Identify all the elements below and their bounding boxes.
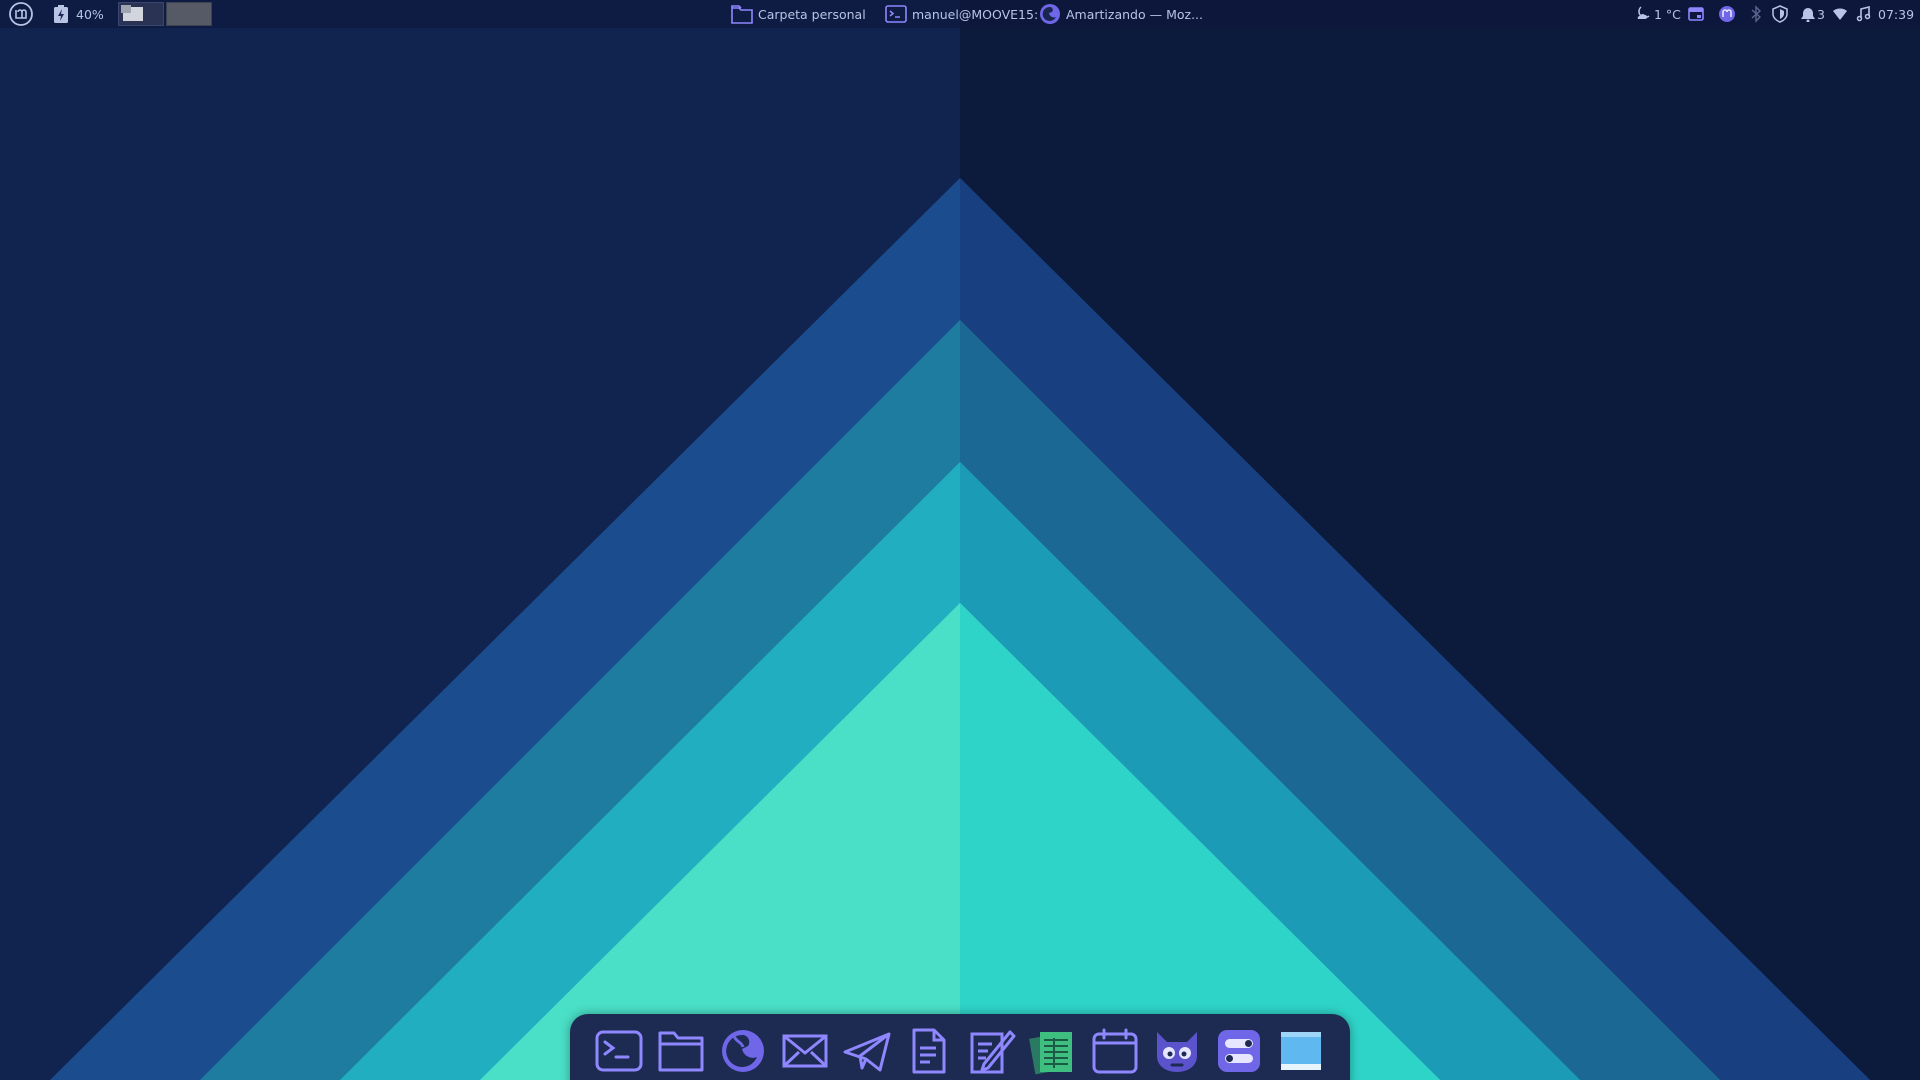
wallpaper [0, 0, 1920, 1080]
bluetooth-applet[interactable] [1750, 0, 1762, 28]
firefox-icon [722, 1030, 764, 1072]
shield-icon [1772, 5, 1788, 23]
terminal-icon [885, 5, 907, 23]
task-terminal[interactable]: manuel@MOOVE15: ~ [884, 0, 1053, 28]
task-files[interactable]: Carpeta personal [730, 0, 866, 28]
dock-item-telegram[interactable] [840, 1024, 894, 1078]
task-label: manuel@MOOVE15: ~ [912, 6, 1053, 22]
workspace-1[interactable] [118, 2, 164, 26]
battery-charging-icon [54, 5, 68, 23]
workspace-switcher[interactable] [118, 2, 212, 26]
show-desktop-icon [1281, 1032, 1321, 1070]
notifications-count: 3 [1817, 6, 1825, 22]
weather-applet[interactable]: 1 °C [1634, 0, 1681, 28]
dock-item-gimp[interactable] [1150, 1024, 1204, 1078]
weather-temperature: 1 °C [1654, 6, 1681, 22]
task-label: Amartizando — Moz... [1066, 6, 1203, 22]
dock-item-terminal[interactable] [592, 1024, 646, 1078]
clock[interactable]: 07:39 [1878, 0, 1914, 28]
wifi-applet[interactable] [1832, 0, 1848, 28]
battery-percent: 40% [76, 6, 104, 22]
security-applet[interactable] [1772, 0, 1788, 28]
dock-item-mail[interactable] [778, 1024, 832, 1078]
dock-item-calendar[interactable] [1088, 1024, 1142, 1078]
mastodon-applet[interactable] [1718, 0, 1736, 28]
dock-item-files[interactable] [654, 1024, 708, 1078]
firefox-icon [1040, 4, 1060, 24]
terminal-icon [595, 1030, 643, 1072]
document-icon [912, 1028, 946, 1074]
top-panel: 40% Carpeta personal manuel@MOOVE15: ~ A… [0, 0, 1920, 28]
settings-toggles-icon [1218, 1030, 1260, 1072]
mail-icon [782, 1034, 828, 1068]
workspace-2[interactable] [166, 2, 212, 26]
network-icon [1801, 8, 1815, 22]
task-label: Carpeta personal [758, 6, 866, 22]
sound-applet[interactable] [1856, 0, 1872, 28]
gimp-icon [1157, 1032, 1197, 1072]
dock-item-show-desktop[interactable] [1274, 1024, 1328, 1078]
dock-item-spreadsheet[interactable] [1026, 1024, 1080, 1078]
calendar-notes-applet[interactable] [1688, 0, 1704, 28]
dock [570, 1014, 1350, 1080]
calendar-notes-icon [1688, 7, 1704, 21]
dock-item-settings[interactable] [1212, 1024, 1266, 1078]
dock-item-text-editor[interactable] [902, 1024, 956, 1078]
battery-indicator[interactable]: 40% [52, 0, 104, 28]
music-icon [1856, 6, 1871, 22]
notifications-applet[interactable]: 3 [1800, 0, 1825, 28]
bluetooth-icon [1751, 5, 1762, 23]
menu-button[interactable] [8, 0, 34, 28]
night-cloud-icon [1637, 6, 1650, 19]
dock-item-notes[interactable] [964, 1024, 1018, 1078]
calendar-icon [1092, 1028, 1138, 1074]
folder-icon [658, 1031, 704, 1072]
mastodon-icon [1719, 6, 1735, 22]
telegram-icon [843, 1032, 891, 1072]
task-firefox[interactable]: Amartizando — Moz... [1038, 0, 1203, 28]
clock-time: 07:39 [1878, 6, 1915, 22]
notes-icon [970, 1030, 1016, 1074]
folder-icon [731, 5, 753, 24]
wifi-icon [1833, 8, 1847, 20]
dock-item-firefox[interactable] [716, 1024, 770, 1078]
desktop: 40% Carpeta personal manuel@MOOVE15: ~ A… [0, 0, 1920, 1080]
spreadsheet-icon [1029, 1032, 1072, 1075]
linux-mint-logo-icon [9, 2, 33, 26]
